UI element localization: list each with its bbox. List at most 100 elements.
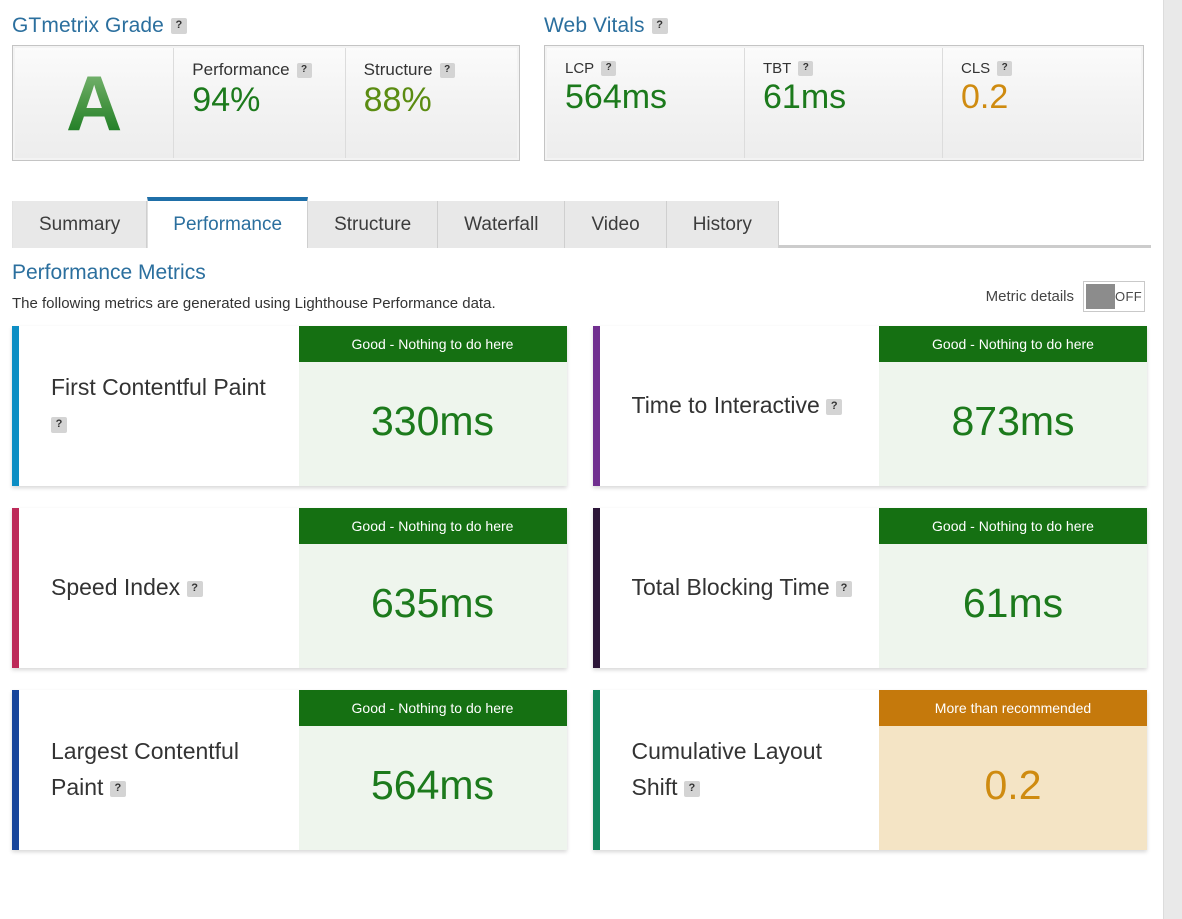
web-vitals-group: Web Vitals ? LCP ? 564ms TBT ? 61ms CLS …: [544, 14, 1144, 161]
tbt-vital-label-text: TBT: [763, 60, 792, 77]
gtmetrix-grade-panel: A Performance ? 94% Structure ? 88%: [12, 45, 520, 161]
structure-score-label-text: Structure: [363, 60, 433, 79]
card-value-area: Good - Nothing to do here 564ms: [298, 690, 567, 850]
card-label-area: Largest Contentful Paint ?: [19, 690, 299, 850]
web-vitals-heading-text: Web Vitals: [544, 14, 645, 37]
help-icon[interactable]: ?: [296, 62, 312, 78]
status-badge: More than recommended: [879, 690, 1147, 726]
metric-label-text: Time to Interactive: [631, 392, 820, 419]
gtmetrix-grade-group: GTmetrix Grade ? A Performance ? 94% Str…: [12, 14, 520, 161]
scorecards-row: GTmetrix Grade ? A Performance ? 94% Str…: [12, 0, 1151, 161]
structure-score-value: 88%: [363, 81, 432, 119]
performance-score-value: 94%: [192, 81, 261, 119]
lcp-vital-label-text: LCP: [565, 60, 595, 77]
cls-vital-label-text: CLS: [961, 60, 991, 77]
report-tabs-wrap: Summary Performance Structure Waterfall Vide…: [12, 197, 1151, 248]
gtmetrix-grade-heading: GTmetrix Grade ?: [12, 14, 520, 38]
gtmetrix-grade-heading-text: GTmetrix Grade: [12, 14, 164, 37]
report-tabs: Summary Performance Structure Waterfall Vide…: [12, 197, 1151, 248]
structure-score-cell: Structure ? 88%: [345, 48, 517, 158]
help-icon[interactable]: ?: [439, 62, 455, 78]
help-icon[interactable]: ?: [683, 780, 700, 797]
metric-details-label: Metric details: [985, 288, 1074, 305]
help-icon[interactable]: ?: [798, 61, 814, 76]
metric-value: 564ms: [298, 726, 567, 850]
lcp-vital-value: 564ms: [565, 78, 668, 116]
tab-summary[interactable]: Summary: [12, 201, 148, 248]
status-badge: Good - Nothing to do here: [298, 326, 567, 362]
help-icon[interactable]: ?: [651, 18, 668, 34]
tab-waterfall[interactable]: Waterfall: [438, 201, 566, 248]
card-accent-bar: [12, 326, 19, 486]
metric-value: 635ms: [298, 544, 567, 668]
card-value-area: More than recommended 0.2: [879, 690, 1147, 850]
tab-structure[interactable]: Structure: [308, 201, 439, 248]
help-icon[interactable]: ?: [601, 61, 617, 76]
tbt-vital-cell: TBT ? 61ms: [745, 48, 943, 158]
help-icon[interactable]: ?: [186, 581, 203, 598]
card-value-area: Good - Nothing to do here 873ms: [879, 326, 1147, 486]
cls-vital-cell: CLS ? 0.2: [943, 48, 1141, 158]
metric-details-toggle[interactable]: OFF: [1083, 281, 1145, 312]
tab-history[interactable]: History: [666, 201, 779, 248]
web-vitals-panel: LCP ? 564ms TBT ? 61ms CLS ? 0.2: [544, 45, 1144, 161]
status-badge: Good - Nothing to do here: [879, 508, 1147, 544]
toggle-knob[interactable]: [1086, 284, 1115, 309]
metric-card-time-to-interactive: Time to Interactive ? Good - Nothing to d…: [592, 326, 1147, 486]
card-accent-bar: [12, 508, 19, 668]
metric-card-speed-index: Speed Index ? Good - Nothing to do here 63…: [12, 508, 567, 668]
metric-value: 873ms: [879, 362, 1147, 486]
metric-card-total-blocking-time: Total Blocking Time ? Good - Nothing to d…: [592, 508, 1147, 668]
card-value-area: Good - Nothing to do here 61ms: [879, 508, 1147, 668]
vertical-scrollbar[interactable]: [1163, 0, 1182, 919]
metric-label: Total Blocking Time ?: [632, 570, 853, 606]
card-accent-bar: [592, 326, 600, 486]
metric-label-text: Cumulative Layout Shift: [631, 738, 823, 800]
card-accent-bar: [592, 690, 600, 850]
help-icon[interactable]: ?: [826, 399, 843, 416]
status-badge: Good - Nothing to do here: [879, 326, 1147, 362]
metric-label-text: Speed Index: [51, 574, 181, 601]
tab-performance[interactable]: Performance: [147, 197, 309, 248]
help-icon[interactable]: ?: [51, 416, 67, 433]
metric-cards-grid: First Contentful Paint ? Good - Nothing t…: [12, 326, 1151, 850]
metric-value: 0.2: [879, 726, 1147, 850]
tab-video[interactable]: Video: [565, 201, 667, 248]
metric-value: 61ms: [879, 544, 1147, 668]
page-title: Performance Metrics: [12, 261, 206, 284]
metric-value: 330ms: [298, 362, 567, 486]
grade-letter-cell: A: [15, 48, 175, 158]
section-description: The following metrics are generated usin…: [12, 295, 496, 312]
card-value-area: Good - Nothing to do here 330ms: [298, 326, 567, 486]
metric-label: First Contentful Paint ?: [51, 370, 285, 441]
metric-label: Largest Contentful Paint ?: [51, 734, 285, 805]
card-label-area: First Contentful Paint ?: [19, 326, 299, 486]
status-badge: Good - Nothing to do here: [298, 690, 567, 726]
web-vitals-heading: Web Vitals ?: [544, 14, 1144, 38]
help-icon[interactable]: ?: [997, 61, 1013, 76]
metric-card-cumulative-layout-shift: Cumulative Layout Shift ? More than recom…: [592, 690, 1147, 850]
gtmetrix-report-page: GTmetrix Grade ? A Performance ? 94% Str…: [0, 0, 1182, 919]
toggle-state-label: OFF: [1115, 289, 1142, 304]
metric-details-toggle-row: Metric details OFF: [986, 281, 1151, 312]
structure-score-label: Structure ?: [364, 60, 503, 80]
metric-card-first-contentful-paint: First Contentful Paint ? Good - Nothing t…: [12, 326, 567, 486]
card-label-area: Cumulative Layout Shift ?: [600, 690, 880, 850]
help-icon[interactable]: ?: [170, 18, 187, 34]
metric-card-largest-contentful-paint: Largest Contentful Paint ? Good - Nothing…: [12, 690, 567, 850]
lcp-vital-cell: LCP ? 564ms: [547, 48, 745, 158]
metric-label: Cumulative Layout Shift ?: [632, 734, 866, 805]
cls-vital-label: CLS ?: [961, 60, 1127, 77]
card-value-area: Good - Nothing to do here 635ms: [298, 508, 567, 668]
metric-label: Speed Index ?: [51, 570, 203, 606]
performance-score-label-text: Performance: [192, 60, 290, 79]
tbt-vital-label: TBT ?: [763, 60, 928, 77]
performance-score-cell: Performance ? 94%: [174, 48, 346, 158]
help-icon[interactable]: ?: [836, 581, 853, 598]
card-label-area: Total Blocking Time ?: [600, 508, 880, 668]
card-label-area: Speed Index ?: [19, 508, 299, 668]
metric-label: Time to Interactive ?: [632, 388, 843, 424]
metric-label-text: Total Blocking Time: [631, 574, 830, 601]
status-badge: Good - Nothing to do here: [298, 508, 567, 544]
help-icon[interactable]: ?: [109, 780, 126, 797]
